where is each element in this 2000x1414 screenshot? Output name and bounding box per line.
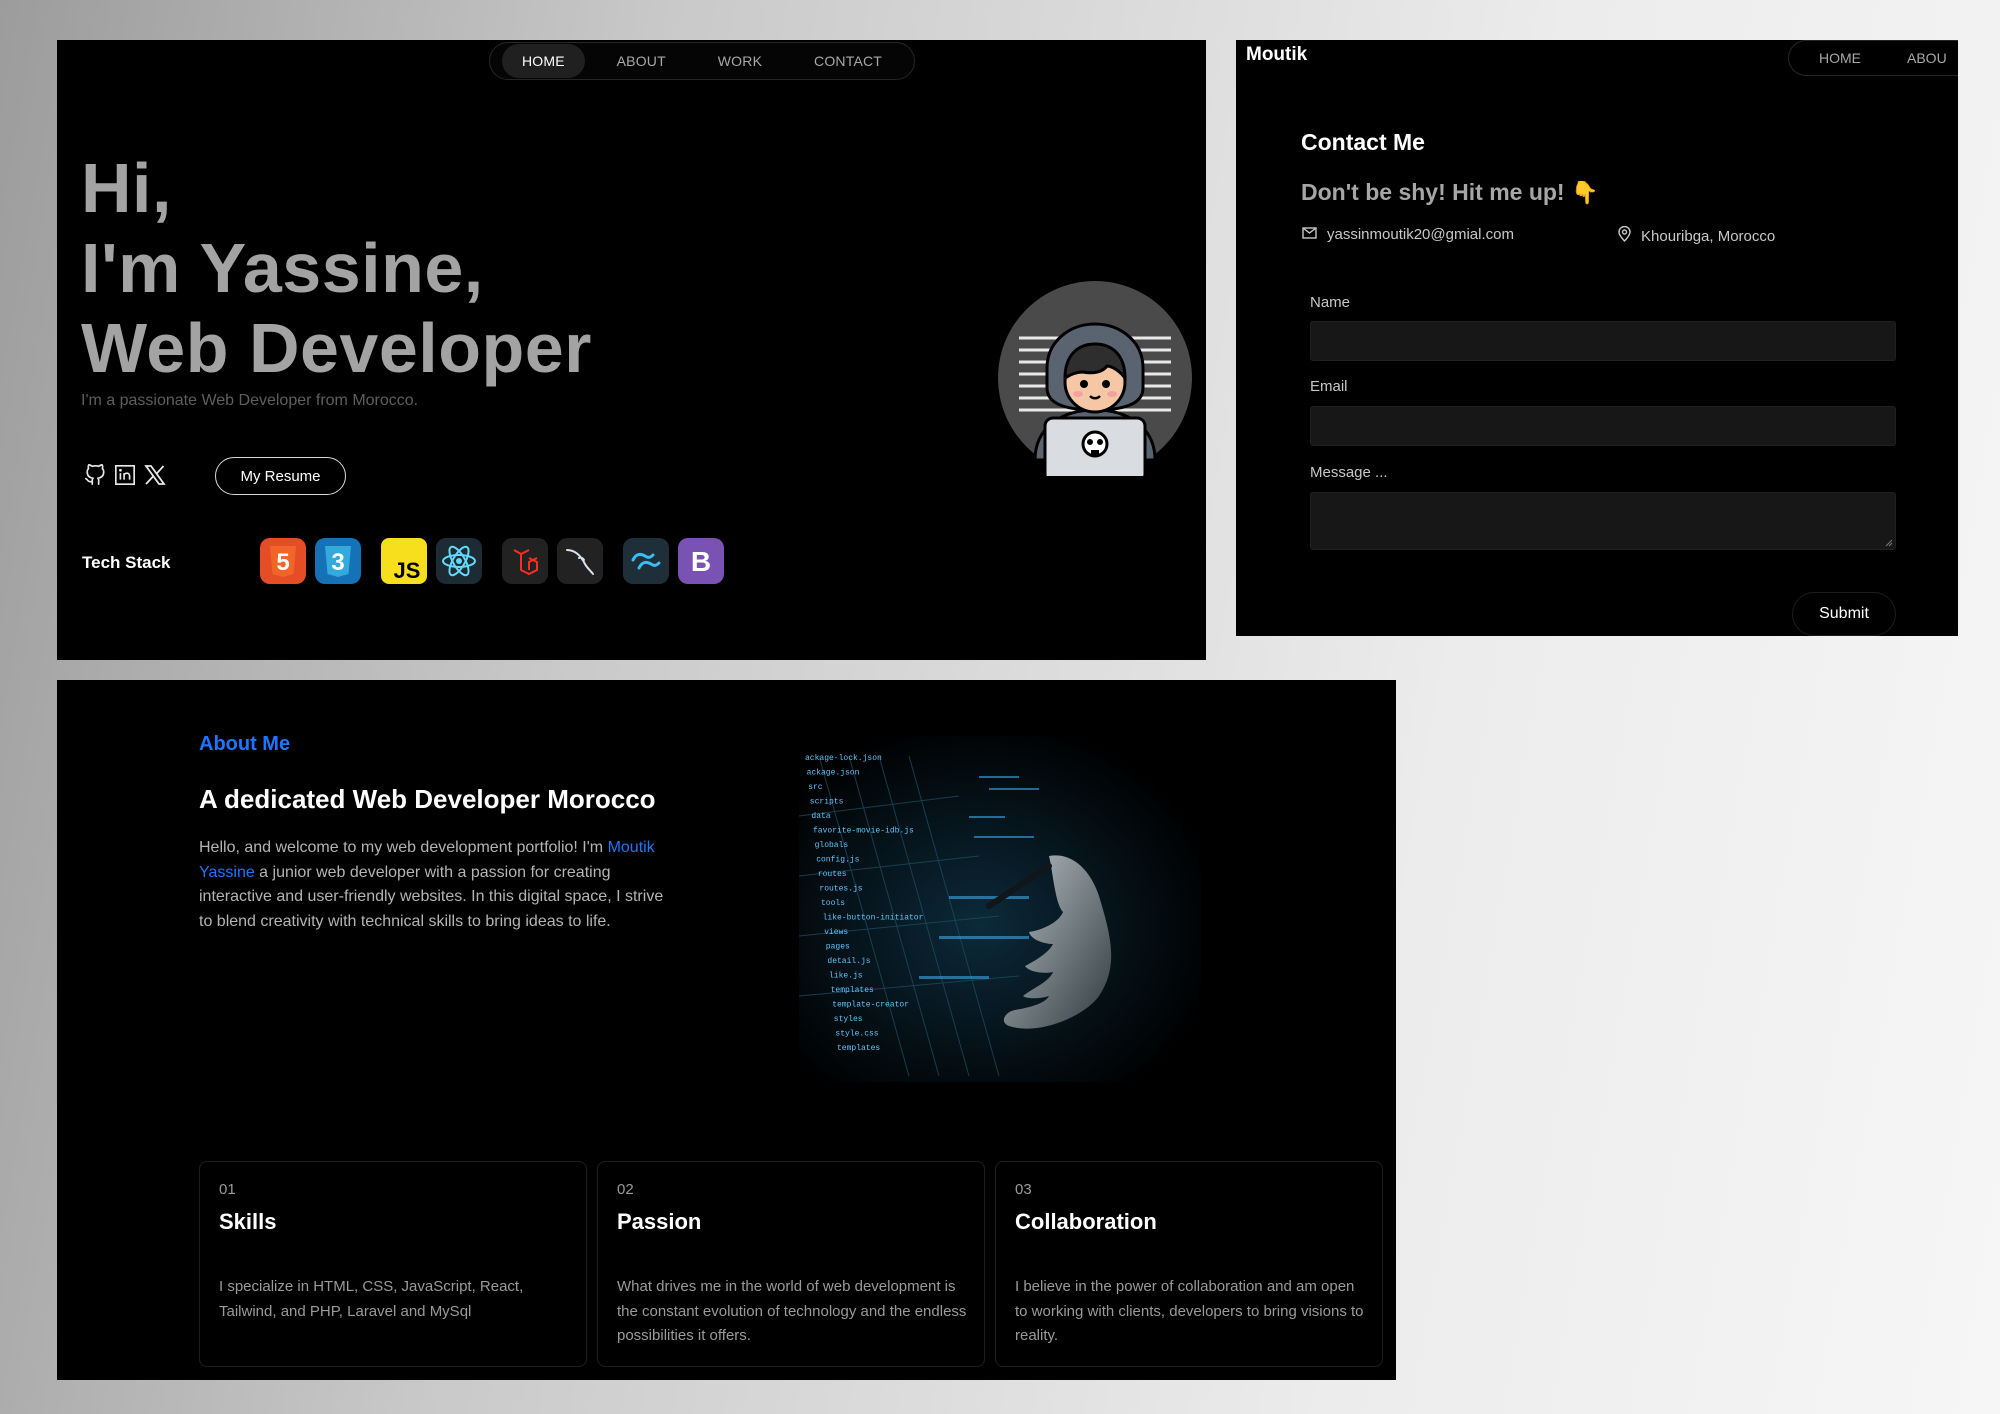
submit-button[interactable]: Submit [1792,592,1896,636]
resume-button[interactable]: My Resume [215,457,346,495]
pointing-down-emoji: 👇 [1570,180,1599,205]
passion-card: 02 Passion What drives me in the world o… [597,1161,985,1367]
code-tree-line: styles [834,1015,863,1024]
name-label: Name [1310,294,1351,311]
card-title: Passion [617,1209,702,1234]
location-pin-icon [1618,225,1631,246]
javascript-icon: JS [381,538,427,584]
code-tree-line: detail.js [827,957,870,966]
collaboration-card: 03 Collaboration I believe in the power … [995,1161,1383,1367]
about-heading: A dedicated Web Developer Morocco [199,784,656,814]
tech-stack-icons: 5 3 JS B [260,538,733,584]
contact-location: Khouribga, Morocco [1641,227,1776,245]
bootstrap-icon: B [678,538,724,584]
code-tree-line: data [811,812,830,821]
developer-avatar-illustration [997,280,1193,484]
coding-hand-image: ackage-lock.json ackage.json src scripts dat… [798,736,1201,1082]
message-textarea[interactable] [1310,492,1896,550]
react-icon [436,538,482,584]
name-input[interactable] [1310,321,1896,361]
social-links [82,462,168,488]
main-nav: HOME ABOUT WORK CONTACT [489,42,915,80]
nav-home[interactable]: HOME [501,44,585,78]
code-tree-line: favorite-movie-idb.js [813,827,914,836]
linkedin-icon[interactable] [112,462,138,488]
code-tree-line: templates [831,986,874,995]
code-tree-line: templates [837,1044,880,1053]
contact-nav: HOME ABOU [1788,40,1958,76]
email-info: yassinmoutik20@gmial.com [1302,226,1514,243]
code-tree-line: pages [826,943,850,952]
card-title: Collaboration [1015,1209,1157,1234]
svg-text:5: 5 [276,549,289,576]
resize-handle-icon[interactable] [1885,539,1893,547]
contact-email[interactable]: yassinmoutik20@gmial.com [1327,226,1514,243]
location-info: Khouribga, Morocco [1618,225,1776,246]
code-tree-line: scripts [810,798,844,807]
about-body-intro: Hello, and welcome to my web development… [199,839,608,856]
card-title: Skills [219,1209,277,1234]
nav-about[interactable]: ABOUT [597,44,686,78]
card-text: I specialize in HTML, CSS, JavaScript, R… [219,1278,524,1320]
hero-title-line: Web Developer [81,309,592,387]
card-text: I believe in the power of collaboration … [1015,1278,1364,1344]
nav-contact[interactable]: CONTACT [794,44,902,78]
code-tree-line: src [808,783,823,792]
svg-text:JS: JS [394,558,421,583]
code-tree-line: ackage-lock.json [805,754,882,763]
hero-title: Hi, I'm Yassine, Web Developer [81,148,592,388]
card-number: 02 [617,1181,634,1198]
svg-text:B: B [691,546,711,577]
svg-text:3: 3 [331,549,344,576]
skills-card: 01 Skills I specialize in HTML, CSS, Jav… [199,1161,587,1367]
code-tree-line: style.css [835,1030,878,1039]
tech-stack-label: Tech Stack [82,553,171,572]
contact-section: Moutik HOME ABOU Contact Me Don't be shy… [1236,40,1958,636]
code-tree-line: views [824,928,848,937]
nav-about[interactable]: ABOU [1907,50,1947,66]
code-tree-line: like.js [829,972,863,981]
html5-icon: 5 [260,538,306,584]
email-label: Email [1310,378,1348,395]
code-tree-line: like-button-initiator [823,914,924,923]
mail-icon [1302,226,1317,243]
code-tree-line: config.js [816,856,859,865]
brand-logo[interactable]: Moutik [1246,44,1307,66]
nav-work[interactable]: WORK [698,44,782,78]
nav-home[interactable]: HOME [1819,50,1861,66]
card-text: What drives me in the world of web devel… [617,1278,967,1344]
contact-subheading: Don't be shy! Hit me up! 👇 [1301,179,1598,206]
code-tree-line: tools [821,899,845,908]
about-section: About Me A dedicated Web Developer Moroc… [57,680,1396,1380]
laravel-icon [502,538,548,584]
code-tree-line: routes.js [819,885,862,894]
about-body-rest: a junior web developer with a passion fo… [199,863,664,930]
message-label: Message ... [1310,464,1388,481]
card-number: 01 [219,1181,236,1198]
hero-subtitle: I'm a passionate Web Developer from Moro… [81,392,419,409]
hero-section: HOME ABOUT WORK CONTACT Hi, I'm Yassine,… [57,40,1206,660]
card-number: 03 [1015,1181,1032,1198]
mysql-icon [557,538,603,584]
hero-title-line: I'm Yassine, [81,229,484,307]
code-tree-line: ackage.json [807,769,860,778]
about-label: About Me [199,733,291,755]
tailwind-icon [623,538,669,584]
code-tree-line: template-creator [832,1001,909,1010]
email-input[interactable] [1310,406,1896,446]
github-icon[interactable] [82,462,108,488]
x-icon[interactable] [142,462,168,488]
contact-subheading-text: Don't be shy! Hit me up! [1301,179,1565,205]
code-tree-line: globals [815,841,849,850]
contact-heading: Contact Me [1301,129,1425,155]
css3-icon: 3 [315,538,361,584]
about-body: Hello, and welcome to my web development… [199,836,669,934]
hero-title-line: Hi, [81,149,172,227]
code-tree-line: routes [818,870,847,879]
